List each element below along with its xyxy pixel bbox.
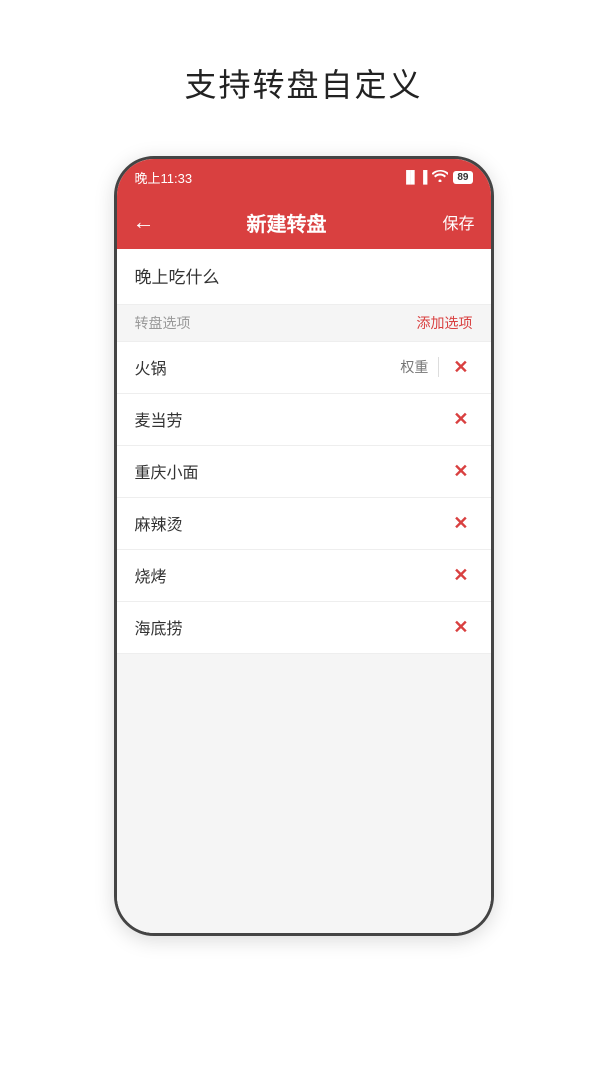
item-name: 火锅 bbox=[135, 355, 401, 379]
list-item: 海底捞 ✕ bbox=[117, 602, 491, 654]
list-item: 火锅 权重 ✕ bbox=[117, 342, 491, 394]
back-button[interactable]: ← bbox=[133, 211, 155, 233]
delete-button[interactable]: ✕ bbox=[449, 405, 472, 434]
delete-button[interactable]: ✕ bbox=[449, 353, 472, 382]
add-option-button[interactable]: 添加选项 bbox=[417, 313, 473, 333]
status-icons: ▐▌▐ 89 bbox=[402, 170, 473, 185]
battery-icon: 89 bbox=[453, 171, 472, 184]
wifi-icon bbox=[432, 170, 448, 185]
item-name: 麻辣烫 bbox=[135, 511, 450, 535]
app-bar: ← 新建转盘 保存 bbox=[117, 195, 491, 249]
phone-frame: 晚上11:33 ▐▌▐ 89 ← 新建转盘 保存 转盘选项 添加选项 bbox=[114, 156, 494, 936]
page-title: 支持转盘自定义 bbox=[184, 60, 422, 106]
app-bar-title: 新建转盘 bbox=[171, 208, 403, 237]
delete-button[interactable]: ✕ bbox=[449, 457, 472, 486]
wheel-title-input[interactable] bbox=[135, 265, 473, 285]
item-name: 海底捞 bbox=[135, 615, 450, 639]
content-area: 转盘选项 添加选项 火锅 权重 ✕ 麦当劳 ✕ 重庆小面 ✕ 麻辣 bbox=[117, 249, 491, 933]
item-name: 麦当劳 bbox=[135, 407, 450, 431]
title-input-row bbox=[117, 249, 491, 305]
item-name: 重庆小面 bbox=[135, 459, 450, 483]
signal-icon: ▐▌▐ bbox=[402, 170, 428, 184]
status-bar: 晚上11:33 ▐▌▐ 89 bbox=[117, 159, 491, 195]
list-item: 麻辣烫 ✕ bbox=[117, 498, 491, 550]
bottom-area bbox=[117, 654, 491, 934]
status-time: 晚上11:33 bbox=[135, 168, 193, 187]
weight-label: 权重 bbox=[400, 357, 439, 377]
section-header: 转盘选项 添加选项 bbox=[117, 305, 491, 342]
list-item: 烧烤 ✕ bbox=[117, 550, 491, 602]
delete-button[interactable]: ✕ bbox=[449, 561, 472, 590]
delete-button[interactable]: ✕ bbox=[449, 509, 472, 538]
items-list: 火锅 权重 ✕ 麦当劳 ✕ 重庆小面 ✕ 麻辣烫 ✕ 烧烤 ✕ bbox=[117, 342, 491, 654]
list-item: 麦当劳 ✕ bbox=[117, 394, 491, 446]
save-button[interactable]: 保存 bbox=[442, 210, 474, 234]
delete-button[interactable]: ✕ bbox=[449, 613, 472, 642]
list-item: 重庆小面 ✕ bbox=[117, 446, 491, 498]
item-name: 烧烤 bbox=[135, 563, 450, 587]
section-label: 转盘选项 bbox=[135, 313, 191, 333]
